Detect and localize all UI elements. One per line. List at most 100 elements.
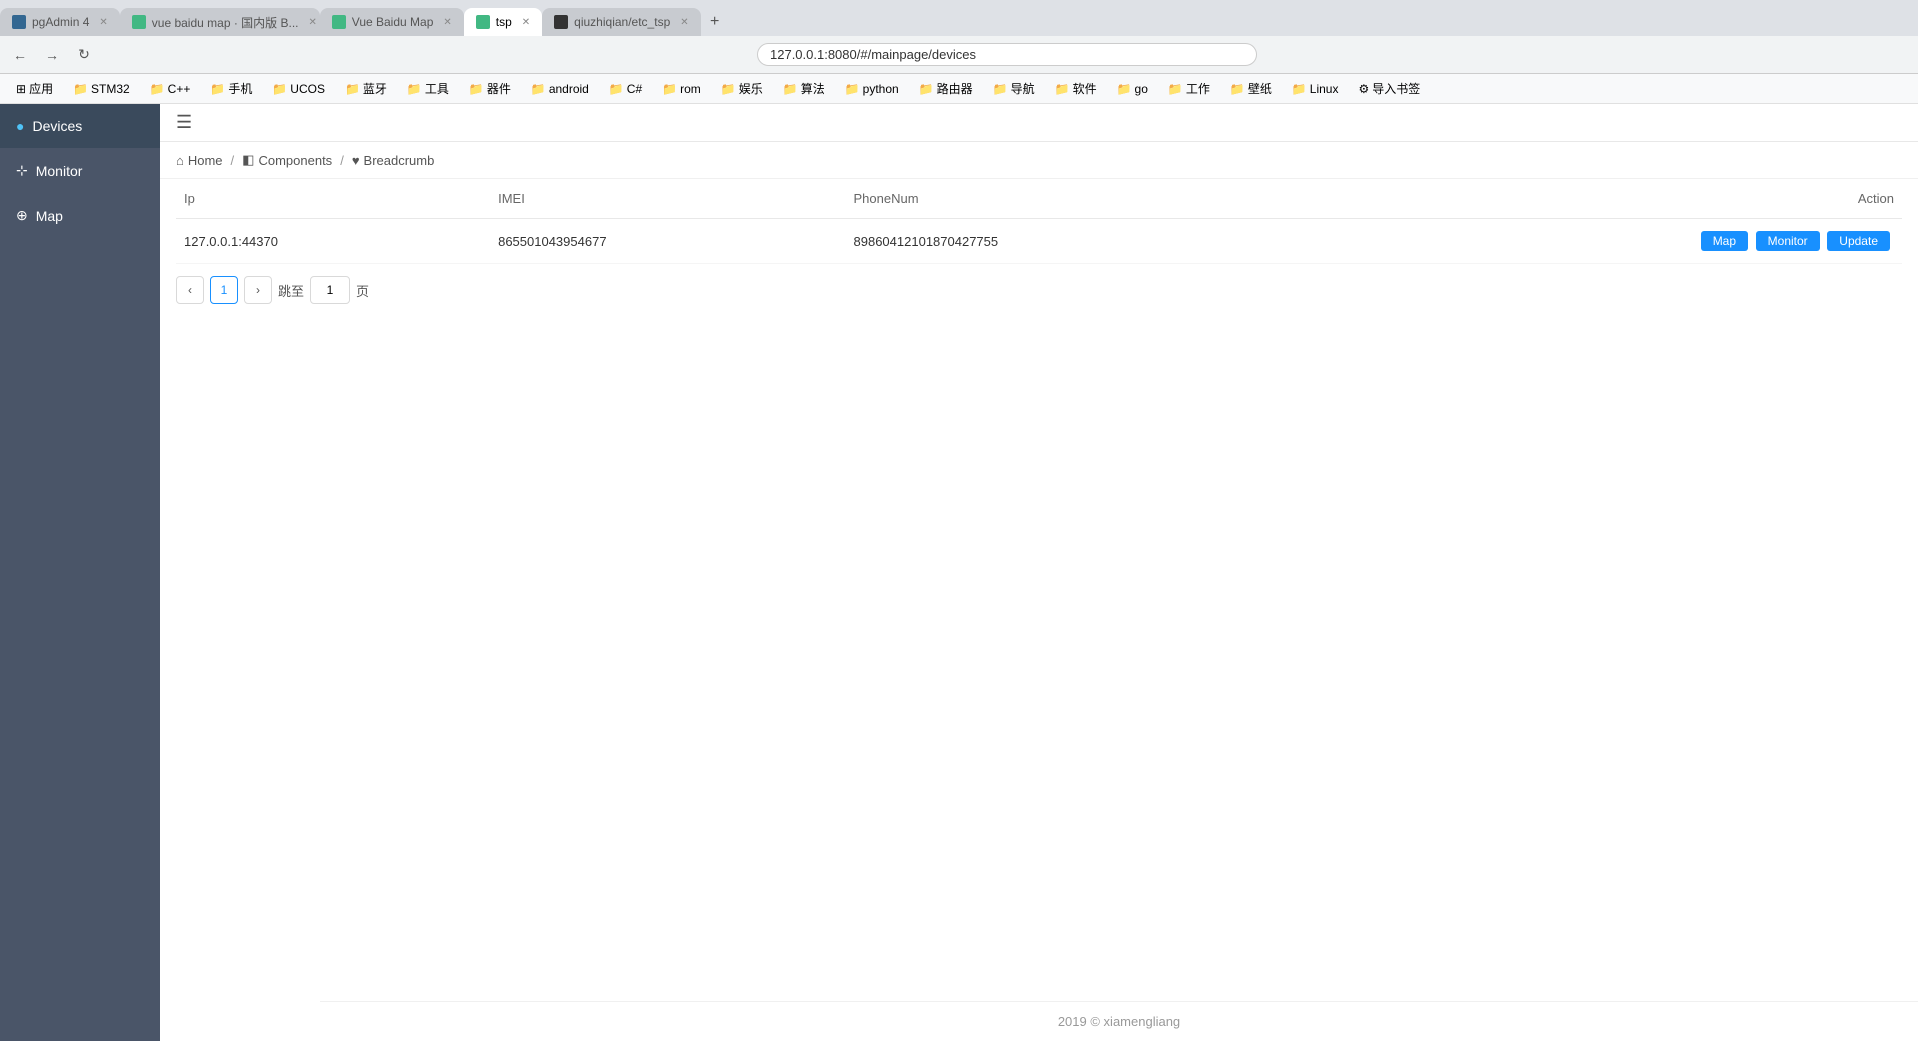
bookmark-software[interactable]: 📁 软件: [1047, 78, 1105, 99]
pagination: ‹ 1 › 跳至 页: [160, 264, 1918, 316]
bookmark-entertainment-label: 娱乐: [739, 80, 763, 97]
tab-vue-baidu[interactable]: vue baidu map · 国内版 B... ✕: [120, 8, 320, 36]
breadcrumb-home-label: Home: [188, 153, 223, 168]
folder-icon-rom: 📁: [662, 82, 677, 96]
bookmark-ucos-label: UCOS: [290, 82, 325, 96]
folder-icon-work: 📁: [1168, 82, 1183, 96]
breadcrumb-breadcrumb-label: Breadcrumb: [364, 153, 435, 168]
bookmark-go-label: go: [1135, 82, 1148, 96]
bookmark-phone-label: 手机: [228, 80, 252, 97]
reload-button[interactable]: ↻: [72, 43, 96, 67]
main-content: ☰ ⌂ Home / ◧ Components / ♥ Breadcrumb: [160, 104, 1918, 1041]
bookmark-rom-label: rom: [680, 82, 701, 96]
new-tab-button[interactable]: +: [701, 8, 729, 36]
folder-icon-android: 📁: [531, 82, 546, 96]
forward-button[interactable]: →: [40, 43, 64, 67]
bookmark-phone[interactable]: 📁 手机: [202, 78, 260, 99]
tab-favicon-vue-baidu: [132, 15, 146, 29]
bookmark-android[interactable]: 📁 android: [523, 80, 597, 98]
tab-close-tsp[interactable]: ✕: [522, 17, 530, 28]
folder-icon-phone: 📁: [210, 82, 225, 96]
breadcrumb-components[interactable]: ◧ Components: [242, 152, 332, 168]
browser-chrome: pgAdmin 4 ✕ vue baidu map · 国内版 B... ✕ V…: [0, 0, 1918, 104]
hamburger-button[interactable]: ☰: [176, 112, 192, 133]
sidebar-item-map[interactable]: ⊕ Map: [0, 193, 160, 238]
bookmark-linux[interactable]: 📁 Linux: [1284, 80, 1347, 98]
current-page-button[interactable]: 1: [210, 276, 238, 304]
bookmark-components[interactable]: 📁 器件: [461, 78, 519, 99]
bookmark-rom[interactable]: 📁 rom: [654, 80, 709, 98]
tab-tsp[interactable]: tsp ✕: [464, 8, 542, 36]
tab-github[interactable]: qiuzhiqian/etc_tsp ✕: [542, 8, 700, 36]
col-header-ip: Ip: [176, 179, 490, 219]
tab-close-vue-baidu-map[interactable]: ✕: [443, 17, 451, 28]
bookmark-software-label: 软件: [1073, 80, 1097, 97]
bookmark-components-label: 器件: [487, 80, 511, 97]
top-bar: ☰: [160, 104, 1918, 142]
bookmark-ucos[interactable]: 📁 UCOS: [264, 80, 333, 98]
tab-close-pgadmin[interactable]: ✕: [99, 17, 107, 28]
map-button[interactable]: Map: [1701, 231, 1748, 251]
tab-favicon-tsp: [476, 15, 490, 29]
bookmark-tools[interactable]: 📁 工具: [399, 78, 457, 99]
tab-vue-baidu-map[interactable]: Vue Baidu Map ✕: [320, 8, 464, 36]
footer-text: 2019 © xiamengliang: [1058, 1014, 1180, 1029]
breadcrumb-bar: ⌂ Home / ◧ Components / ♥ Breadcrumb: [160, 142, 1918, 179]
folder-icon-algorithm: 📁: [783, 82, 798, 96]
jump-page-input[interactable]: [310, 276, 350, 304]
bookmark-android-label: android: [549, 82, 589, 96]
address-input[interactable]: [757, 43, 1257, 66]
bookmark-cpp-label: C++: [168, 82, 191, 96]
bookmark-csharp[interactable]: 📁 C#: [601, 80, 650, 98]
bookmark-navigation-label: 导航: [1011, 80, 1035, 97]
bookmark-router-label: 路由器: [937, 80, 973, 97]
update-button[interactable]: Update: [1827, 231, 1890, 251]
bookmark-algorithm[interactable]: 📁 算法: [775, 78, 833, 99]
monitor-button[interactable]: Monitor: [1756, 231, 1820, 251]
folder-icon-python: 📁: [845, 82, 860, 96]
tab-label-tsp: tsp: [496, 15, 512, 29]
bookmark-bluetooth[interactable]: 📁 蓝牙: [337, 78, 395, 99]
tab-label-vue-baidu-map: Vue Baidu Map: [352, 15, 434, 29]
sidebar-item-devices[interactable]: ● Devices: [0, 104, 160, 148]
sidebar: ● Devices ⊹ Monitor ⊕ Map: [0, 104, 160, 1041]
bookmark-import[interactable]: ⚙ 导入书签: [1350, 78, 1428, 99]
bookmark-linux-label: Linux: [1310, 82, 1339, 96]
bookmark-cpp[interactable]: 📁 C++: [142, 80, 199, 98]
bookmark-navigation[interactable]: 📁 导航: [985, 78, 1043, 99]
col-header-phonenum: PhoneNum: [846, 179, 1305, 219]
bookmark-work-label: 工作: [1186, 80, 1210, 97]
tab-close-github[interactable]: ✕: [680, 17, 688, 28]
tab-close-vue-baidu[interactable]: ✕: [309, 17, 317, 28]
cell-phonenum: 89860412101870427755: [846, 219, 1305, 264]
device-table: Ip IMEI PhoneNum Action 127.0.0.1:44370 …: [176, 179, 1902, 264]
bookmark-wallpaper[interactable]: 📁 壁纸: [1222, 78, 1280, 99]
breadcrumb-home[interactable]: ⌂ Home: [176, 153, 223, 168]
bookmark-router[interactable]: 📁 路由器: [911, 78, 981, 99]
apps-icon: ⊞: [16, 82, 26, 96]
bookmark-python[interactable]: 📁 python: [837, 80, 907, 98]
folder-icon-wallpaper: 📁: [1230, 82, 1245, 96]
breadcrumb-components-label: Components: [258, 153, 332, 168]
bookmark-python-label: python: [863, 82, 899, 96]
tab-label-pgadmin: pgAdmin 4: [32, 15, 89, 29]
breadcrumb-breadcrumb[interactable]: ♥ Breadcrumb: [352, 153, 435, 168]
breadcrumb-sep-2: /: [340, 153, 344, 168]
sidebar-item-monitor-label: Monitor: [36, 163, 83, 179]
page-footer: 2019 © xiamengliang: [320, 1001, 1918, 1041]
tab-pgadmin[interactable]: pgAdmin 4 ✕: [0, 8, 120, 36]
next-page-button[interactable]: ›: [244, 276, 272, 304]
bookmark-stm32[interactable]: 📁 STM32: [65, 80, 138, 98]
bookmark-bluetooth-label: 蓝牙: [363, 80, 387, 97]
bookmark-apps[interactable]: ⊞ 应用: [8, 78, 61, 99]
prev-page-button[interactable]: ‹: [176, 276, 204, 304]
sidebar-item-monitor[interactable]: ⊹ Monitor: [0, 148, 160, 193]
cell-ip: 127.0.0.1:44370: [176, 219, 490, 264]
bookmark-go[interactable]: 📁 go: [1109, 80, 1156, 98]
tab-favicon-github: [554, 15, 568, 29]
page-unit-label: 页: [356, 281, 369, 300]
bookmark-work[interactable]: 📁 工作: [1160, 78, 1218, 99]
bookmark-entertainment[interactable]: 📁 娱乐: [713, 78, 771, 99]
back-button[interactable]: ←: [8, 43, 32, 67]
bookmark-csharp-label: C#: [627, 82, 642, 96]
